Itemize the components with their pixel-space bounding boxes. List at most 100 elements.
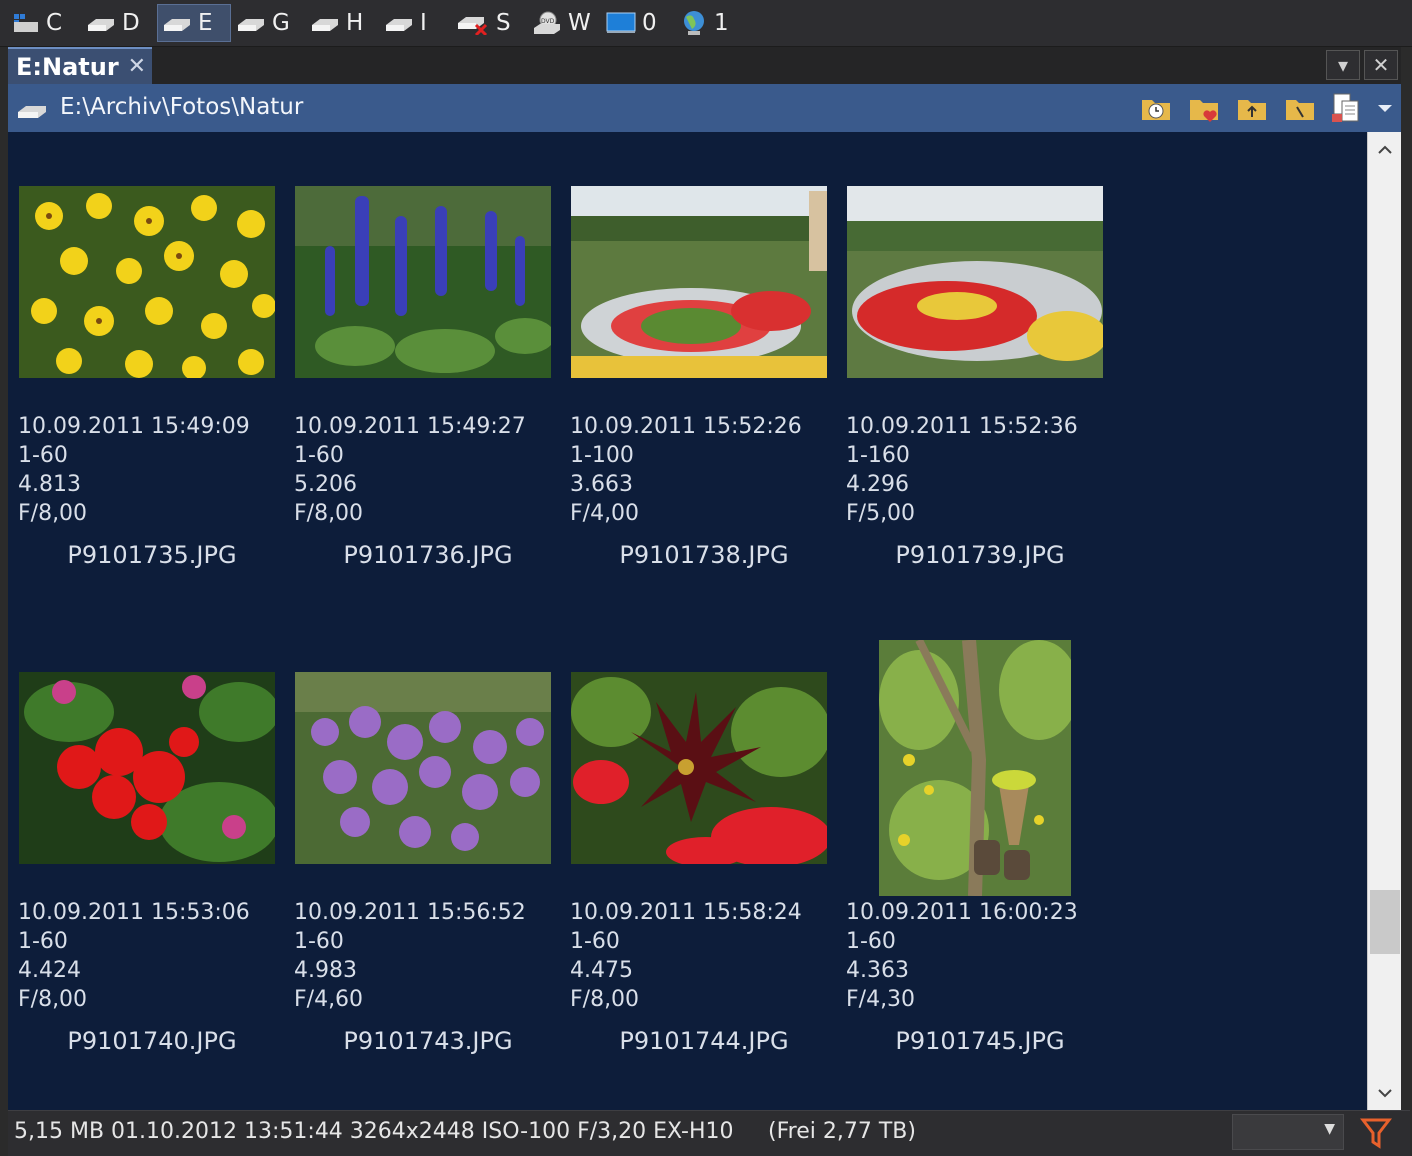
drive-label: G (272, 10, 290, 36)
file-exposure: 1-160 (846, 443, 910, 468)
scroll-up-icon[interactable] (1368, 132, 1402, 166)
drive-label: D (122, 10, 140, 36)
file-size: 4.363 (846, 958, 909, 983)
file-date: 10.09.2011 15:56:52 (294, 900, 526, 925)
drive-bar: C D E G H I S DVD W 0 1 (0, 0, 1412, 47)
file-aperture: F/8,00 (18, 987, 88, 1012)
drive-label: W (568, 10, 591, 36)
drive-label: I (420, 10, 427, 36)
file-item[interactable]: 10.09.2011 16:00:23 1-60 4.363 F/4,30 P9… (842, 640, 1118, 1072)
root-folder-icon[interactable] (1284, 92, 1316, 124)
drive-label: 1 (714, 10, 729, 36)
file-date: 10.09.2011 16:00:23 (846, 900, 1078, 925)
dropdown-icon[interactable] (1374, 92, 1398, 124)
thumbnail-image (295, 186, 551, 378)
history-folder-icon[interactable] (1140, 92, 1172, 124)
drive-label: E (198, 10, 213, 36)
drive-button-i[interactable]: I (384, 4, 434, 42)
thumbnail-image (571, 186, 827, 378)
tab-folder[interactable]: E:Natur ✕ (8, 47, 152, 84)
drive-icon (164, 19, 190, 31)
file-size: 4.296 (846, 472, 909, 497)
file-aperture: F/8,00 (294, 501, 364, 526)
drive-icon (386, 19, 412, 31)
scroll-down-icon[interactable] (1368, 1076, 1402, 1110)
favorite-folder-icon[interactable] (1188, 92, 1220, 124)
svg-text:DVD: DVD (541, 18, 555, 25)
drive-button-e[interactable]: E (157, 4, 231, 42)
drive-button-0[interactable]: 0 (606, 4, 662, 42)
filter-select[interactable]: ▼ (1232, 1114, 1344, 1150)
file-date: 10.09.2011 15:49:27 (294, 414, 526, 439)
file-name: P9101739.JPG (895, 541, 1065, 569)
file-date: 10.09.2011 15:52:26 (570, 414, 802, 439)
thumbnail-image (295, 672, 551, 864)
file-date: 10.09.2011 15:52:36 (846, 414, 1078, 439)
file-size: 4.813 (18, 472, 81, 497)
file-item[interactable]: 10.09.2011 15:53:06 1-60 4.424 F/8,00 P9… (14, 672, 290, 1072)
file-item[interactable]: 10.09.2011 15:56:52 1-60 4.983 F/4,60 P9… (290, 672, 566, 1072)
status-file-info: 5,15 MB 01.10.2012 13:51:44 3264x2448 IS… (14, 1119, 734, 1144)
file-item[interactable]: 10.09.2011 15:52:36 1-160 4.296 F/5,00 P… (842, 186, 1118, 586)
file-aperture: F/8,00 (18, 501, 88, 526)
file-name: P9101745.JPG (895, 1027, 1065, 1055)
drive-button-1[interactable]: 1 (680, 4, 732, 42)
file-item[interactable]: 10.09.2011 15:52:26 1-100 3.663 F/4,00 P… (566, 186, 842, 586)
file-name: P9101738.JPG (619, 541, 789, 569)
drive-icon (238, 19, 264, 31)
thumbnail-view: 10.09.2011 15:49:09 1-60 4.813 F/8,00 P9… (8, 132, 1367, 1110)
file-exposure: 1-60 (846, 929, 896, 954)
file-size: 4.983 (294, 958, 357, 983)
drive-button-h[interactable]: H (310, 4, 368, 42)
file-item[interactable]: 10.09.2011 15:49:27 1-60 5.206 F/8,00 P9… (290, 186, 566, 586)
drive-icon (312, 19, 338, 31)
file-date: 10.09.2011 15:58:24 (570, 900, 802, 925)
file-item[interactable]: 10.09.2011 15:58:24 1-60 4.475 F/8,00 P9… (566, 672, 842, 1072)
drive-icon (18, 106, 46, 118)
thumbnail-image (19, 672, 275, 864)
close-panel-button[interactable]: ✕ (1364, 50, 1398, 80)
parent-folder-icon[interactable] (1236, 92, 1268, 124)
path-bar: E:\Archiv\Fotos\Natur (8, 84, 1410, 133)
file-exposure: 1-100 (570, 443, 634, 468)
windows-drive-icon (14, 14, 38, 32)
tab-bar: E:Natur ✕ ▾ ✕ (8, 47, 1410, 84)
path-field[interactable]: E:\Archiv\Fotos\Natur (60, 94, 303, 120)
file-size: 4.475 (570, 958, 633, 983)
thumbnail-image (571, 672, 827, 864)
network-drive-disconnected-icon (458, 17, 488, 35)
drive-button-s[interactable]: S (456, 4, 514, 42)
filter-icon[interactable] (1360, 1117, 1392, 1149)
file-name: P9101743.JPG (343, 1027, 513, 1055)
file-item[interactable]: 10.09.2011 15:49:09 1-60 4.813 F/8,00 P9… (14, 186, 290, 586)
drive-button-w[interactable]: DVD W (532, 4, 592, 42)
file-date: 10.09.2011 15:53:06 (18, 900, 250, 925)
file-aperture: F/5,00 (846, 501, 916, 526)
close-tab-icon[interactable]: ✕ (128, 54, 146, 79)
scrollbar-thumb[interactable] (1370, 890, 1400, 954)
window-border (1401, 47, 1412, 1155)
copy-paths-icon[interactable] (1330, 92, 1362, 124)
file-aperture: F/8,00 (570, 987, 640, 1012)
file-name: P9101736.JPG (343, 541, 513, 569)
chevron-down-icon: ▼ (1324, 1121, 1335, 1137)
drive-button-c[interactable]: C (12, 4, 70, 42)
file-aperture: F/4,00 (570, 501, 640, 526)
thumbnail-image (19, 186, 275, 378)
vertical-scrollbar[interactable] (1367, 132, 1402, 1110)
drive-button-d[interactable]: D (86, 4, 144, 42)
file-name: P9101735.JPG (67, 541, 237, 569)
status-bar: 5,15 MB 01.10.2012 13:51:44 3264x2448 IS… (8, 1110, 1410, 1156)
drive-button-g[interactable]: G (236, 4, 294, 42)
drive-label: H (346, 10, 364, 36)
file-name: P9101740.JPG (67, 1027, 237, 1055)
file-size: 5.206 (294, 472, 357, 497)
file-exposure: 1-60 (18, 929, 68, 954)
drive-icon (88, 19, 114, 31)
drive-label: 0 (642, 10, 657, 36)
tab-menu-button[interactable]: ▾ (1326, 50, 1360, 80)
file-date: 10.09.2011 15:49:09 (18, 414, 250, 439)
thumbnail-image (847, 186, 1103, 378)
network-globe-icon (684, 11, 704, 35)
file-aperture: F/4,60 (294, 987, 364, 1012)
